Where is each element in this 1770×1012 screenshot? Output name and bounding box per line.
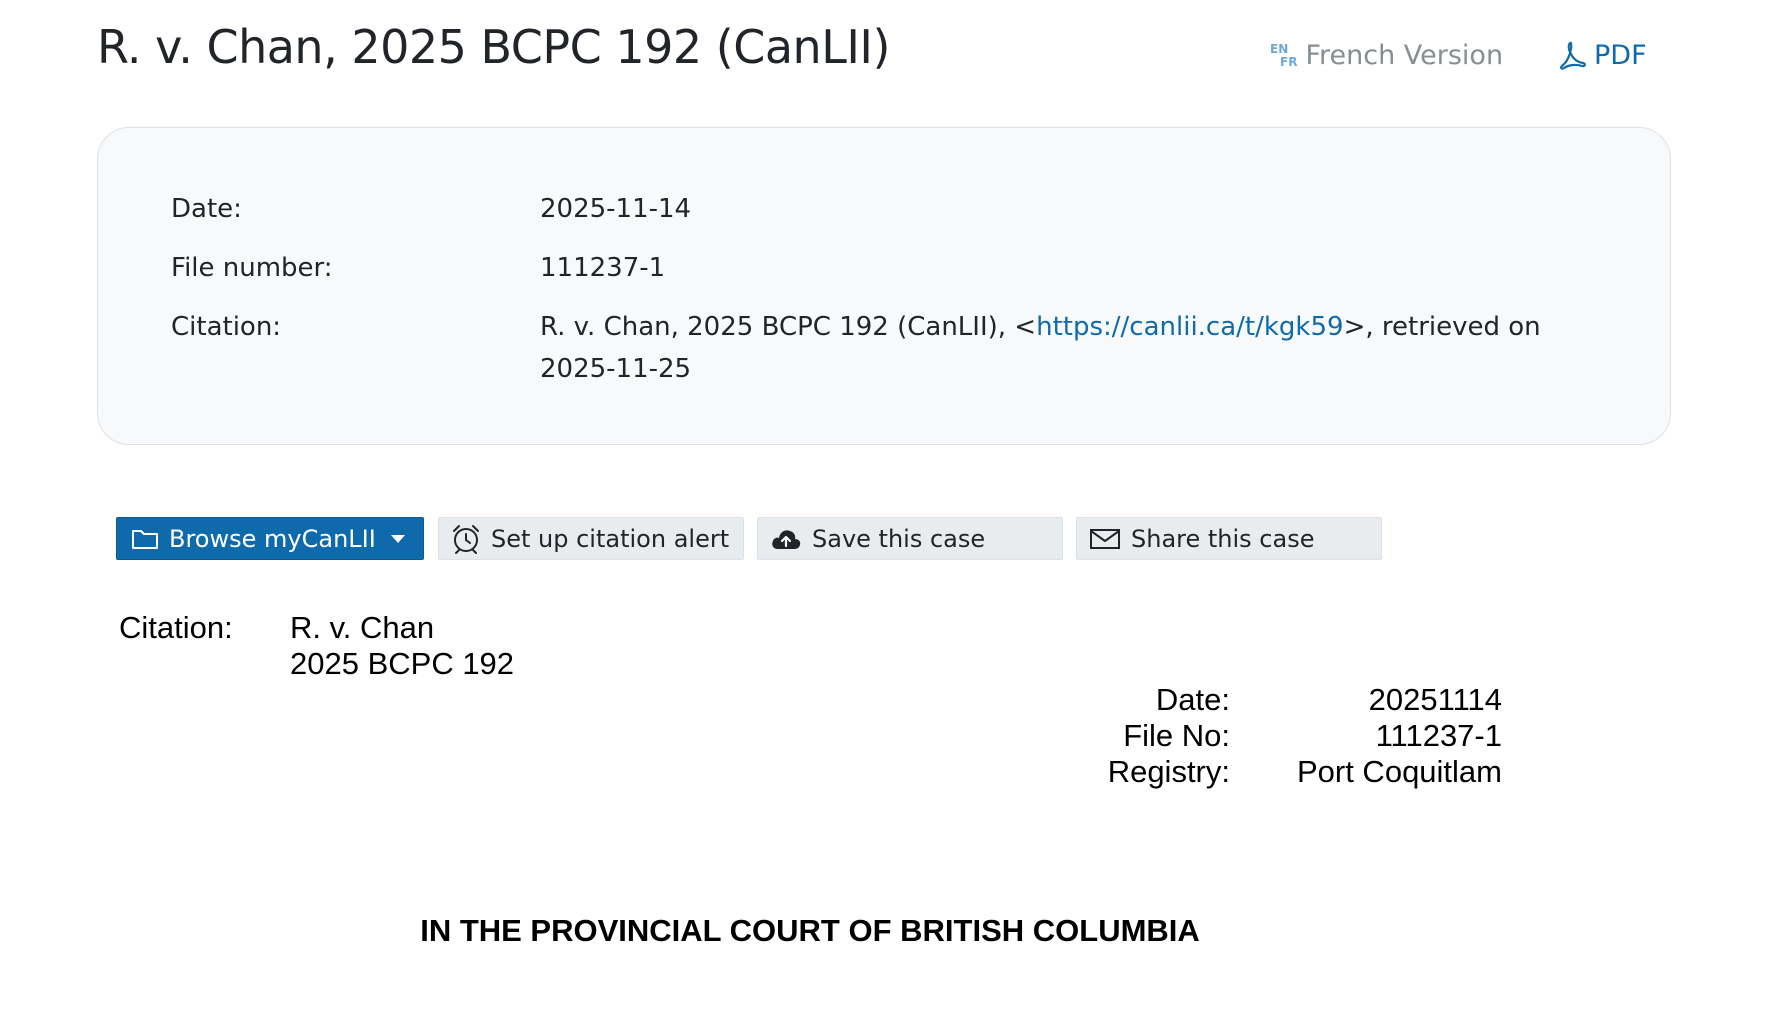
case-toolbar: Browse myCanLII Set up citation alert Sa… (116, 517, 1382, 561)
doc-date-label: Date: (1155, 682, 1230, 717)
doc-citation-number: 2025 BCPC 192 (290, 646, 515, 681)
doc-citation-label: Citation: (119, 610, 233, 645)
metadata-citation-value: R. v. Chan, 2025 BCPC 192 (CanLII), <htt… (540, 306, 1600, 390)
doc-file-no-row: File No: 111237-1 (0, 718, 1620, 758)
header-links: EN FR French Version PDF (1270, 36, 1670, 80)
doc-registry-value: Port Coquitlam (1296, 754, 1502, 789)
caret-down-icon (391, 534, 405, 543)
share-case-label: Share this case (1131, 524, 1315, 553)
save-case-label: Save this case (812, 524, 986, 553)
folder-icon (132, 529, 158, 549)
cloud-upload-icon (772, 529, 801, 549)
citation-url-link[interactable]: https://canlii.ca/t/kgk59 (1036, 312, 1343, 342)
document-metadata-card: Date: 2025-11-14 File number: 111237-1 C… (97, 127, 1671, 445)
doc-date-value: 20251114 (1368, 682, 1502, 717)
page-title: R. v. Chan, 2025 BCPC 192 (CanLII) (97, 20, 890, 74)
french-version-label: French Version (1305, 40, 1504, 71)
citation-prefix: R. v. Chan, 2025 BCPC 192 (CanLII), < (540, 312, 1037, 342)
browse-dropdown-toggle[interactable] (383, 518, 423, 559)
court-heading: IN THE PROVINCIAL COURT OF BRITISH COLUM… (420, 913, 1200, 948)
metadata-date-label: Date: (171, 194, 242, 224)
pdf-icon (1560, 41, 1586, 70)
metadata-file-number-label: File number: (171, 253, 333, 283)
citation-alert-button[interactable]: Set up citation alert (438, 517, 744, 560)
browse-mycanlii-label: Browse myCanLII (169, 524, 376, 553)
pdf-link[interactable]: PDF (1560, 40, 1647, 71)
doc-file-no-label: File No: (1123, 718, 1230, 753)
metadata-citation-label: Citation: (171, 312, 282, 342)
en-fr-badge-icon: EN FR (1270, 41, 1298, 69)
french-version-link[interactable]: EN FR French Version (1270, 40, 1503, 71)
pdf-label: PDF (1594, 40, 1647, 71)
doc-date-row: Date: 20251114 (0, 682, 1620, 722)
metadata-file-number-value: 111237-1 (540, 253, 666, 283)
doc-registry-label: Registry: (1107, 754, 1230, 789)
save-case-button[interactable]: Save this case (757, 517, 1063, 560)
doc-file-no-value: 111237-1 (1375, 718, 1502, 753)
doc-registry-row: Registry: Port Coquitlam (0, 754, 1620, 794)
share-case-button[interactable]: Share this case (1076, 517, 1382, 560)
envelope-icon (1090, 528, 1120, 549)
citation-alert-label: Set up citation alert (491, 524, 730, 553)
doc-citation-name: R. v. Chan (290, 610, 435, 645)
metadata-date-value: 2025-11-14 (540, 194, 692, 224)
browse-mycanlii-button[interactable]: Browse myCanLII (116, 517, 424, 560)
alarm-clock-icon (453, 524, 479, 554)
